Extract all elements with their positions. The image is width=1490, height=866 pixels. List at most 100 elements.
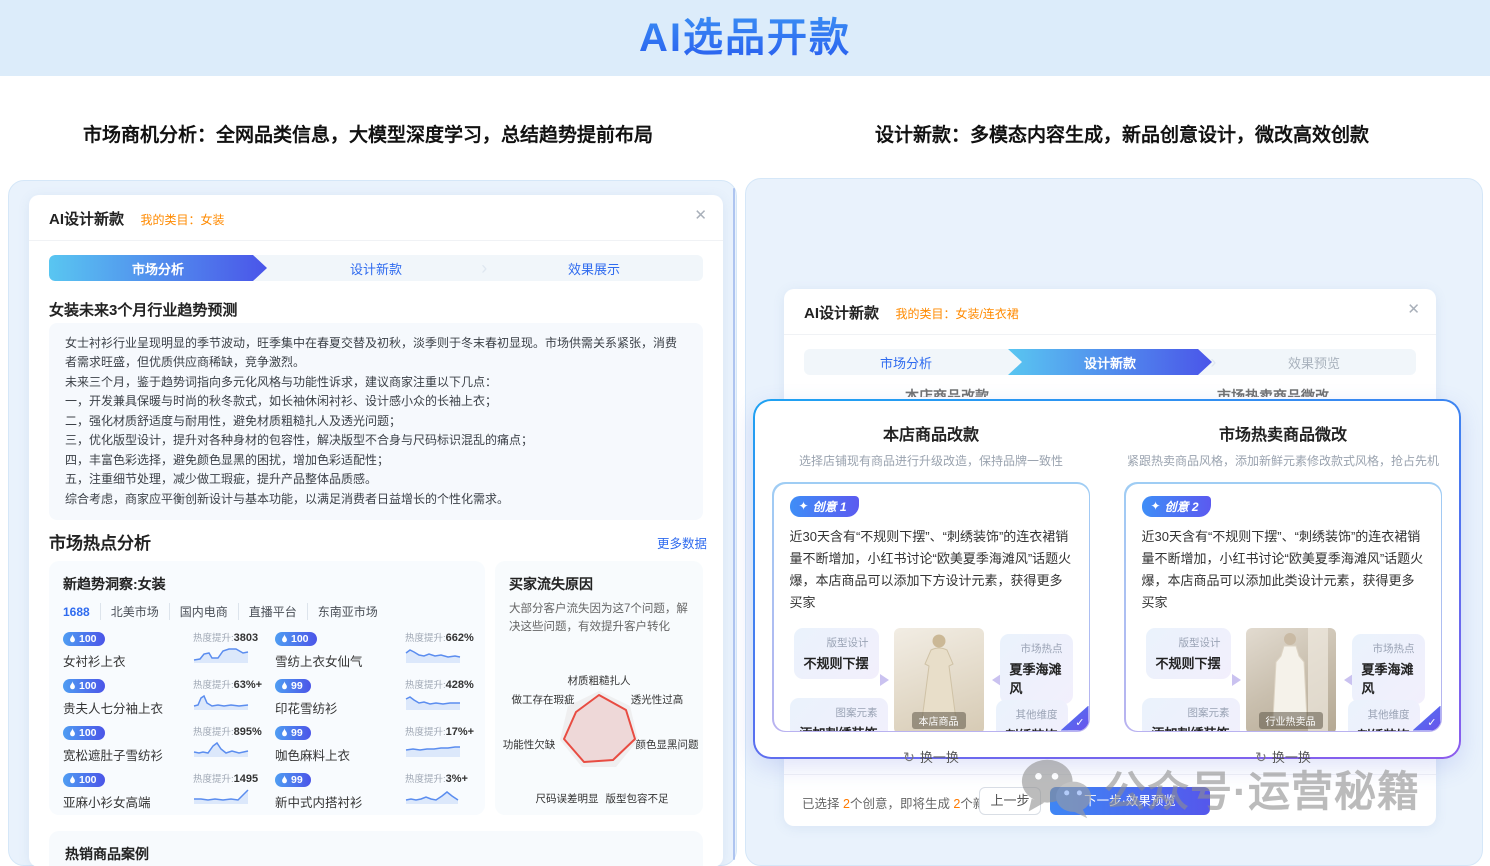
flame-icon [281,775,288,784]
sparkline-chart [193,787,249,805]
image-label: 行业热卖品 [1259,712,1323,729]
sparkle-icon: ✦ [799,499,809,513]
clipped-card-titles: 本店商品改款 市场热卖商品微改 [784,386,1436,397]
left-window: AI设计新款 我的类目：女装 ✕ 市场分析 设计新款 效果展示 › 女装未来3个… [29,195,723,866]
more-data-link[interactable]: 更多数据 [657,533,707,552]
heat-score-badge: 100 [275,632,317,646]
clipped-title: 市场热卖商品微改 [1110,386,1436,397]
trend-item-name: 亚麻小衫女高端 [63,792,151,811]
market-product-image: 行业热卖品 [1246,628,1336,731]
right-step-tabs: 市场分析 设计新款 效果预览 › [804,349,1416,375]
idea-description: 近30天含有“不规则下摆”、“刺绣装饰”的连衣裙销量不断增加，小红书讨论“欧美夏… [790,526,1073,614]
trend-paragraph: 一，开发兼具保暖与时尚的秋冬款式，如长袖休闲衬衫、设计感小众的长袖上衣； [65,392,687,411]
page: AI选品开款 市场商机分析：全网品类信息，大模型深度学习，总结趋势提前布局 设计… [0,0,1490,866]
sparkle-icon: ✦ [1151,499,1161,513]
trend-item[interactable]: 100 贵夫人七分袖上衣 热度提升:63%+ [63,677,259,717]
wechat-icon [1018,755,1094,821]
tag-market-hotspot: 市场热点夏季海滩风 [1352,634,1425,704]
radar-label: 颜色显黑问题 [636,737,699,752]
trend-item[interactable]: 100 女衬衫上衣 热度提升:3803 [63,630,259,670]
idea-card-2[interactable]: ✦创意 2 近30天含有“不规则下摆”、“刺绣装饰”的连衣裙销量不断增加，小红书… [1124,482,1442,732]
heat-delta: 热度提升:3%+ [405,771,471,785]
trend-item-name: 宽松遮肚子雪纺衫 [63,745,163,764]
trend-item[interactable]: 100 宽松遮肚子雪纺衫 热度提升:895% [63,724,259,764]
check-icon: ✓ [1075,716,1084,729]
close-icon[interactable]: ✕ [694,206,707,224]
radar-label: 尺码误差明显 [536,791,599,806]
tab-design-new[interactable]: 设计新款 [1008,349,1212,375]
tab-market-analysis[interactable]: 市场分析 [804,349,1008,375]
heat-delta: 热度提升:63%+ [193,677,259,691]
trend-item[interactable]: 100 亚麻小衫女高端 热度提升:1495 [63,771,259,811]
intro-left: 市场商机分析：全网品类信息，大模型深度学习，总结趋势提前布局 [18,120,718,147]
trend-item[interactable]: 99 新中式内搭衬衫 热度提升:3%+ [275,771,471,811]
radar-label: 做工存在瑕疵 [512,692,575,707]
flame-icon [69,681,76,690]
heat-delta: 热度提升:428% [405,677,471,691]
image-label: 本店商品 [912,712,966,729]
trend-item[interactable]: 99 印花雪纺衫 热度提升:428% [275,677,471,717]
tab-market-analysis[interactable]: 市场分析 [49,255,267,281]
trend-insight-card: 新趋势洞察:女装 1688 北美市场 国内电商 直播平台 东南亚市场 100 女… [49,561,485,815]
scrollbar[interactable] [733,188,735,860]
tab-design-new[interactable]: 设计新款 [267,255,485,281]
tab-result-preview[interactable]: 效果预览 [1212,349,1416,375]
idea-tag-area: 版型设计不规则下摆 图案元素添加刺绣装饰 本店商品 [790,626,1073,731]
source-tab-1688[interactable]: 1688 [63,605,90,619]
hot-cases-title: 热销商品案例 [65,844,687,864]
heat-delta: 热度提升:662% [405,630,471,644]
radar-label: 功能性欠缺 [503,737,556,752]
trend-item-name: 贵夫人七分袖上衣 [63,698,163,717]
close-icon[interactable]: ✕ [1407,300,1420,318]
sparkline-chart [405,787,461,805]
tag-pattern-element: 图案元素添加刺绣装饰 [790,698,888,731]
heat-score-badge: 100 [63,679,105,693]
shop-restyle-subtitle: 选择店铺现有商品进行升级改造，保持品牌一致性 [769,452,1093,469]
sparkline-chart [405,693,461,711]
trend-paragraph: 三，优化版型设计，提升对各种身材的包容性，解决版型不合身与尺码标识混乱的痛点； [65,431,687,450]
trend-item-name: 印花雪纺衫 [275,698,338,717]
tag-other-dimension: 其他维度刺绣装饰 [996,700,1068,731]
flame-icon [69,634,76,643]
heat-delta: 热度提升:3803 [193,630,259,644]
heat-score-badge: 100 [63,632,105,646]
trend-item[interactable]: 100 雪纺上衣女仙气 热度提升:662% [275,630,471,670]
page-title: AI选品开款 [0,0,1490,76]
arrow-right-icon [880,674,895,686]
churn-card-desc: 大部分客户流失因为这7个问题，解决这些问题，有效提升客户转化 [509,601,689,637]
sparkline-chart [405,740,461,758]
idea-selection-inner: 本店商品改款 选择店铺现有商品进行升级改造，保持品牌一致性 ✦创意 1 近30天… [755,401,1459,757]
tag-pattern-element: 图案元素添加刺绣装饰 [1142,698,1240,731]
tag-other-dimension: 其他维度刺绣装饰 [1348,700,1420,731]
flame-icon [281,681,288,690]
churn-card-title: 买家流失原因 [509,574,689,594]
trend-paragraph: 四，丰富色彩选择，避免颜色显黑的困扰，增加色彩适配性； [65,451,687,470]
sparkline-chart [193,646,249,664]
sparkline-chart [193,693,249,711]
source-tab-domestic[interactable]: 国内电商 [169,603,228,620]
source-tab-sea[interactable]: 东南亚市场 [307,603,378,620]
insight-card-title: 新趋势洞察:女装 [63,574,471,594]
source-tab-live[interactable]: 直播平台 [238,603,297,620]
chevron-right-icon: › [1210,350,1216,374]
arrow-left-icon [1338,674,1353,686]
intro-right: 设计新款：多模态内容生成，新品创意设计，微改高效创款 [792,120,1452,147]
idea-card-1[interactable]: ✦创意 1 近30天含有“不规则下摆”、“刺绣装饰”的连衣裙销量不断增加，小红书… [772,482,1090,732]
left-step-tabs: 市场分析 设计新款 效果展示 › [49,255,703,281]
radar-label: 透光性过高 [631,692,684,707]
flame-icon [69,728,76,737]
shop-restyle-column: 本店商品改款 选择店铺现有商品进行升级改造，保持品牌一致性 ✦创意 1 近30天… [755,401,1107,757]
radar-label: 材质粗糙扎人 [568,673,631,688]
flame-icon [69,775,76,784]
buyer-churn-card: 买家流失原因 大部分客户流失因为这7个问题，解决这些问题，有效提升客户转化 材质… [495,561,703,815]
source-tab-north-america[interactable]: 北美市场 [100,603,159,620]
trend-item[interactable]: 99 咖色麻料上衣 热度提升:17%+ [275,724,471,764]
market-tweak-title: 市场热卖商品微改 [1121,421,1445,445]
trend-paragraph: 未来三个月，鉴于趋势词指向多元化风格与功能性诉求，建议商家注重以下几点： [65,373,687,392]
watermark: 公众号·运营秘籍 [1018,755,1420,821]
shop-restyle-title: 本店商品改款 [769,421,1093,445]
tab-result-show[interactable]: 效果展示 [485,255,703,281]
shop-product-image: 本店商品 [894,628,984,731]
tag-pattern-design: 版型设计不规则下摆 [1146,628,1231,679]
heat-delta: 热度提升:1495 [193,771,259,785]
